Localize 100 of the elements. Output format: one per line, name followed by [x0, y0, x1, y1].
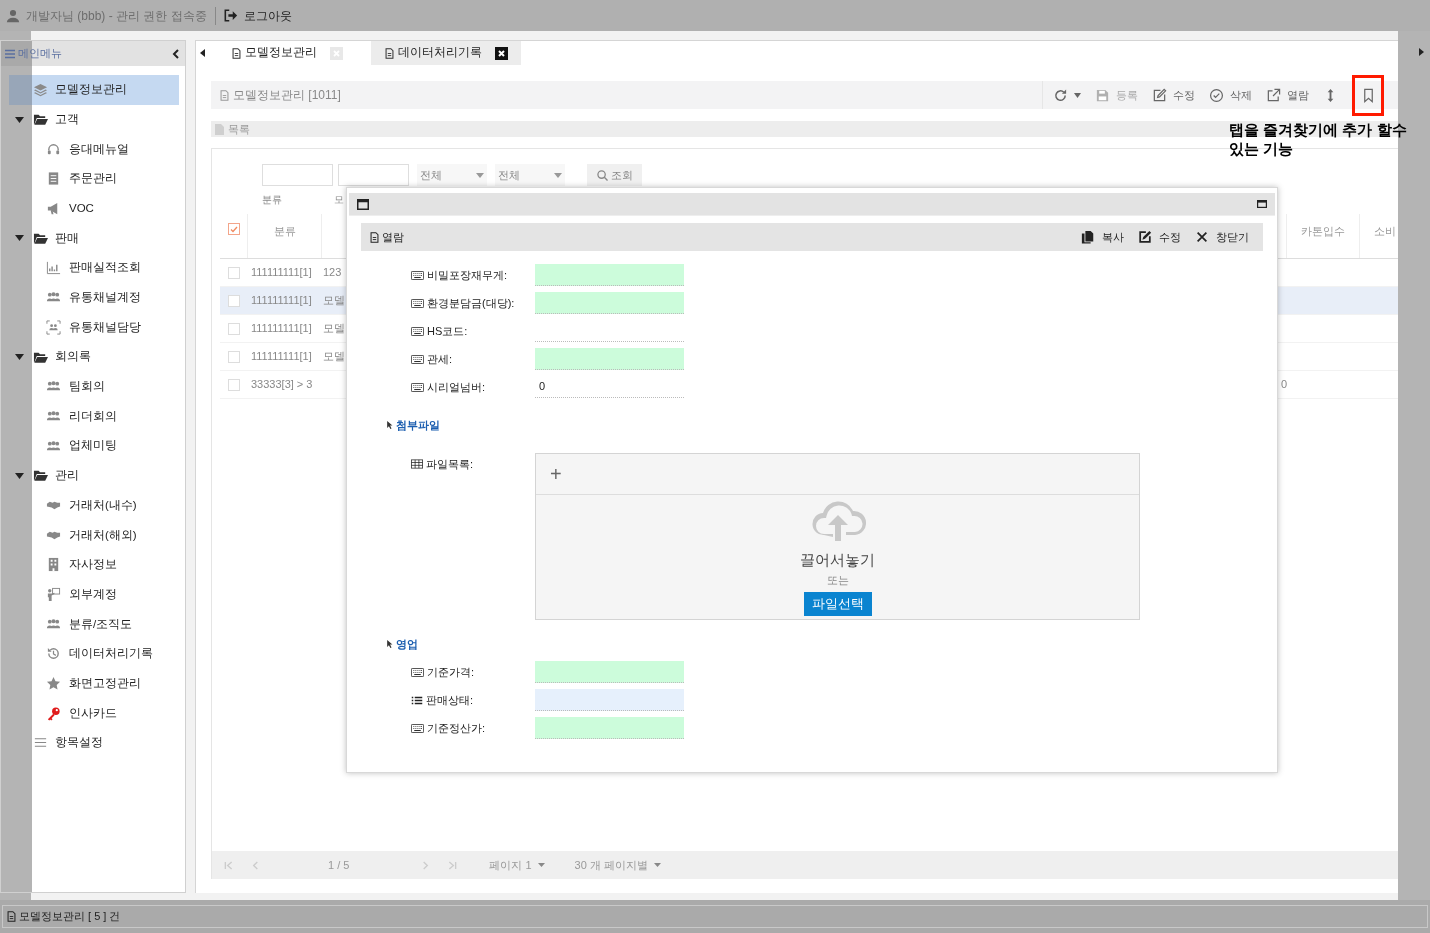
input-field[interactable] [338, 164, 409, 186]
checkbox[interactable] [227, 223, 240, 235]
input-field[interactable]: 0 [535, 376, 684, 398]
caret-down-icon [537, 863, 545, 867]
sidebar-item[interactable]: VOC [9, 193, 179, 224]
previous-page-button[interactable] [251, 860, 260, 870]
keyboard-icon [411, 723, 424, 733]
checkbox[interactable] [228, 294, 240, 307]
save-icon [1095, 87, 1110, 103]
input-field[interactable] [535, 717, 684, 739]
choose-file-button[interactable]: 파일선택 [803, 592, 872, 616]
keyboard-icon [411, 326, 424, 336]
delete-button[interactable]: 삭제 [1209, 86, 1252, 104]
checkbox[interactable] [228, 378, 240, 391]
sidebar-item[interactable]: 화면고정관리 [9, 668, 179, 699]
annotation-text: 있는 기능 [1229, 139, 1295, 158]
keyboard-icon [411, 382, 424, 392]
field-label: 기준정산가: [427, 720, 486, 736]
sidebar-item[interactable]: 팀회의 [9, 371, 179, 402]
sidebar-item[interactable]: 업체미팅 [9, 431, 179, 461]
presenter-icon [46, 587, 61, 603]
sidebar-item[interactable]: 모델정보관리 [9, 75, 179, 105]
checkbox[interactable] [228, 322, 240, 335]
history-icon [46, 646, 61, 662]
view-button[interactable]: 열람 [1266, 86, 1309, 104]
caret-down-icon [554, 172, 562, 178]
keyboard-icon [411, 354, 424, 364]
table-cell: 111111111[1] [251, 266, 312, 279]
close-icon [1195, 230, 1209, 244]
table-cell: 모델 [323, 350, 345, 363]
sidebar-item[interactable]: 판매 [9, 223, 179, 254]
close-button[interactable]: 창닫기 [1195, 228, 1249, 246]
chevron-left-icon [172, 48, 179, 59]
input-field[interactable] [535, 661, 684, 683]
bookmark-button[interactable] [1352, 74, 1384, 116]
first-page-button[interactable] [224, 860, 233, 870]
sidebar-item[interactable]: 인사카드 [9, 698, 179, 729]
status-text: 모델정보관리 [ 5 ] 건 [19, 909, 121, 925]
document-icon [231, 46, 242, 60]
collapse-button[interactable] [172, 48, 179, 59]
cursor-icon [386, 420, 393, 430]
input-field[interactable] [262, 164, 333, 186]
checkbox[interactable] [228, 266, 240, 279]
table-cell: 모델 [323, 322, 345, 335]
select-field[interactable] [535, 689, 684, 711]
or-text: 또는 [826, 572, 849, 588]
file-drop-area[interactable]: + 끌어서놓기 또는 파일선택 [535, 453, 1140, 620]
page-info: 1 / 5 [328, 857, 350, 873]
sidebar-item[interactable]: 판매실적조회 [9, 253, 179, 283]
maximize-button[interactable] [1257, 200, 1267, 208]
close-icon [495, 46, 508, 60]
tab-scroll-right-button[interactable] [1419, 48, 1424, 57]
caret-down-icon [476, 172, 484, 178]
first-page-icon [224, 860, 233, 870]
tab[interactable]: 데이터처리기록 [371, 41, 521, 65]
sidebar-item[interactable]: 유통채널담당 [9, 312, 179, 343]
sidebar-item[interactable]: 응대메뉴얼 [9, 134, 179, 165]
add-button[interactable]: + [550, 464, 562, 484]
logout-button[interactable]: 로그아웃 [223, 6, 292, 25]
checkbox[interactable] [228, 350, 240, 363]
caret-right-icon [1419, 48, 1424, 56]
sidebar-item[interactable]: 분류/조직도 [9, 609, 179, 640]
next-page-button[interactable] [421, 860, 431, 870]
sidebar-item[interactable]: 고객 [9, 104, 179, 135]
bar-chart-icon [46, 260, 61, 276]
window-icon [357, 198, 369, 210]
caret-left-icon [200, 49, 205, 57]
copy-icon [1081, 230, 1095, 244]
caret-down-icon [14, 116, 24, 123]
column-header: 분류 [273, 224, 296, 239]
table-cell: 111111111[1] [251, 350, 312, 363]
sidebar-item[interactable]: 항목설정 [9, 728, 179, 758]
refresh-button[interactable] [1053, 87, 1081, 103]
input-field[interactable] [535, 292, 684, 314]
last-page-button[interactable] [448, 860, 458, 870]
table-cell: 123 [323, 266, 342, 279]
sidebar-item[interactable]: 자사정보 [9, 550, 179, 580]
sidebar-item[interactable]: 거래처(내수) [9, 490, 179, 521]
edit-button[interactable]: 수정 [1138, 228, 1181, 246]
sidebar-item[interactable]: 데이터처리기록 [9, 639, 179, 669]
caret-down-icon [653, 863, 661, 867]
edit-button[interactable]: 수정 [1152, 86, 1195, 104]
copy-button[interactable]: 복사 [1081, 228, 1124, 246]
field-label: 환경분담금(대당): [427, 295, 515, 311]
document-list-icon [46, 171, 61, 187]
sidebar-item[interactable]: 주문관리 [9, 164, 179, 194]
sidebar-item[interactable]: 거래처(해외) [9, 520, 179, 550]
sidebar-item[interactable]: 리더회의 [9, 401, 179, 432]
sidebar-item[interactable]: 외부계정 [9, 579, 179, 610]
sidebar-item[interactable]: 관리 [9, 460, 179, 491]
annotation-text: 탭을 즐겨찾기에 추가 할수 [1229, 120, 1407, 139]
table-cell-text: 0 [1280, 377, 1287, 393]
sidebar-item[interactable]: 유통채널계정 [9, 282, 179, 313]
section-title: 영업 [396, 636, 418, 652]
folder-icon [33, 468, 48, 484]
sidebar-item[interactable]: 회의록 [9, 342, 179, 372]
input-field[interactable] [535, 264, 684, 286]
input-field[interactable] [535, 348, 684, 370]
drop-text: 끌어서놓기 [800, 550, 875, 570]
field-label: 시리얼넘버: [427, 379, 486, 395]
